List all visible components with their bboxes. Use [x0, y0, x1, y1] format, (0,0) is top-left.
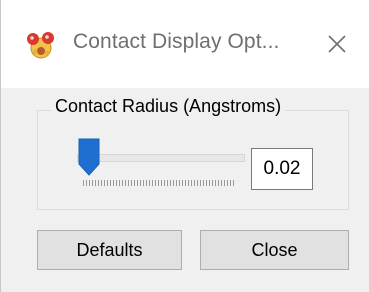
defaults-button[interactable]: Defaults: [37, 230, 182, 270]
molecule-app-icon: [27, 32, 54, 59]
dialog-window: Contact Display Opt... Contact Radius (A…: [0, 0, 369, 292]
slider-ticks: [83, 180, 235, 186]
window-title: Contact Display Opt...: [73, 30, 280, 53]
close-icon[interactable]: [321, 28, 353, 60]
title-bar: Contact Display Opt...: [1, 0, 369, 88]
slider-track[interactable]: [77, 154, 245, 162]
contact-radius-value-field[interactable]: 0.02: [251, 148, 313, 190]
contact-radius-slider[interactable]: [73, 138, 245, 194]
close-button[interactable]: Close: [200, 230, 349, 270]
slider-thumb[interactable]: [78, 138, 100, 176]
group-label: Contact Radius (Angstroms): [51, 96, 286, 117]
